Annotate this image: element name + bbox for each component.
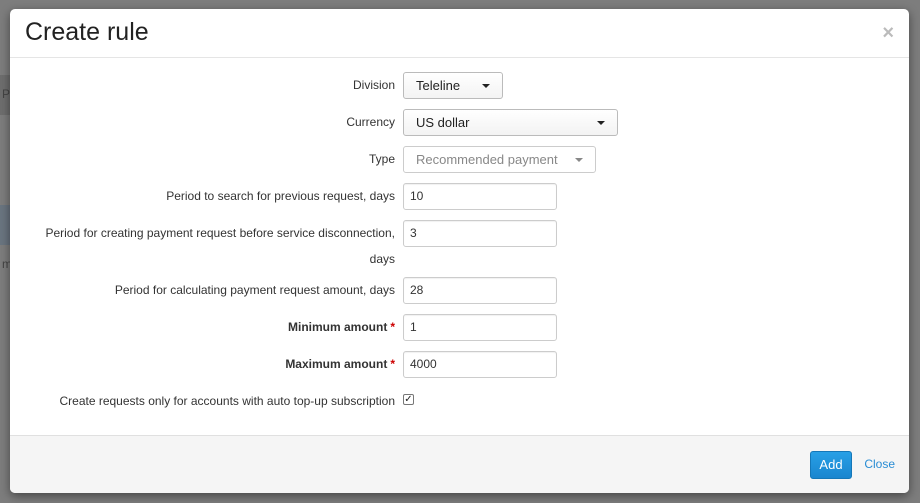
creating-period-input[interactable]: 3: [403, 220, 557, 247]
type-row: Type Recommended payment: [10, 146, 909, 173]
currency-select[interactable]: US dollar: [403, 109, 618, 136]
search-period-input[interactable]: 10: [403, 183, 557, 210]
creating-period-label-line2: days: [369, 252, 395, 266]
create-rule-dialog: Create rule × Division Teleline Currency…: [10, 9, 909, 493]
auto-topup-checkbox[interactable]: ✓: [403, 394, 414, 405]
calc-period-label: Period for calculating payment request a…: [114, 283, 395, 297]
dialog-header: Create rule ×: [10, 9, 909, 58]
caret-down-icon: [597, 121, 605, 125]
close-link[interactable]: Close: [864, 457, 895, 471]
division-select[interactable]: Teleline: [403, 72, 503, 99]
auto-topup-label: Create requests only for accounts with a…: [59, 394, 395, 408]
min-amount-label-wrap: Minimum amount *: [15, 314, 395, 340]
add-button[interactable]: Add: [810, 451, 852, 479]
background-text: P: [2, 87, 11, 101]
min-amount-label: Minimum amount: [288, 320, 388, 334]
max-amount-label: Maximum amount: [285, 357, 388, 371]
required-mark: *: [390, 357, 395, 371]
required-mark: *: [390, 320, 395, 334]
calc-period-input[interactable]: 28: [403, 277, 557, 304]
creating-period-label: Period for creating payment request befo…: [45, 226, 395, 240]
caret-down-icon: [575, 158, 583, 162]
min-amount-input[interactable]: 1: [403, 314, 557, 341]
auto-topup-row: Create requests only for accounts with a…: [10, 388, 909, 408]
max-amount-label-wrap: Maximum amount *: [15, 351, 395, 377]
close-icon[interactable]: ×: [882, 23, 894, 43]
dialog-title: Create rule: [25, 18, 149, 46]
currency-value: US dollar: [416, 115, 470, 130]
type-select: Recommended payment: [403, 146, 596, 173]
checkmark-icon: ✓: [404, 394, 413, 405]
max-amount-input[interactable]: 4000: [403, 351, 557, 378]
currency-label: Currency: [346, 115, 395, 129]
division-value: Teleline: [416, 78, 461, 93]
division-row: Division Teleline: [10, 72, 909, 99]
search-period-label: Period to search for previous request, d…: [166, 189, 395, 203]
dialog-footer: Add Close: [10, 435, 909, 493]
division-label: Division: [352, 78, 395, 92]
type-value: Recommended payment: [416, 152, 558, 167]
type-label: Type: [368, 152, 395, 166]
caret-down-icon: [482, 84, 490, 88]
currency-row: Currency US dollar: [10, 109, 909, 136]
